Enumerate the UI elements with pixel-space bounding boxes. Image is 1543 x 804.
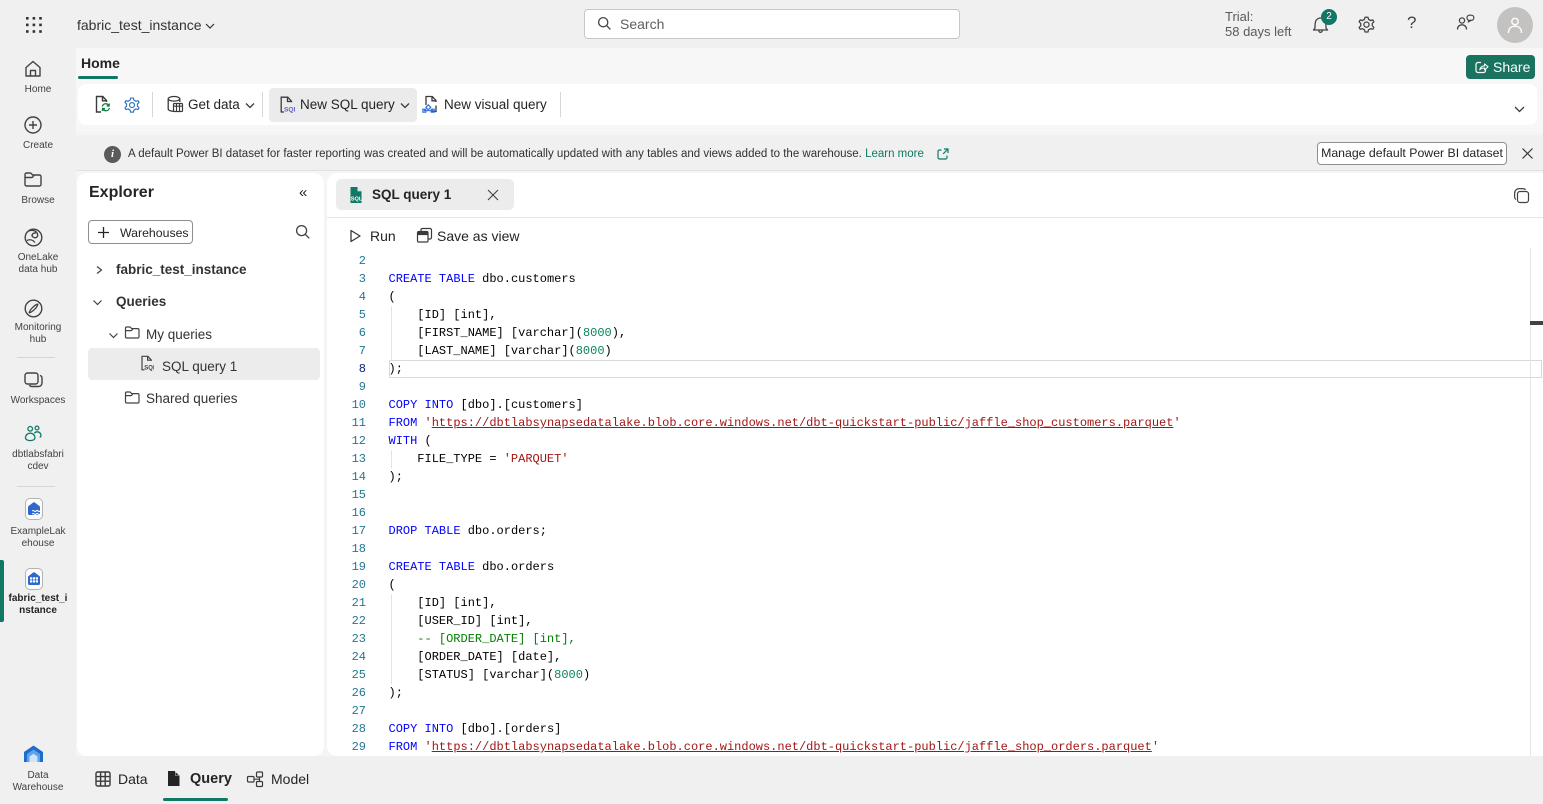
svg-text:SQL: SQL bbox=[144, 365, 154, 371]
svg-text:SQL: SQL bbox=[284, 107, 295, 114]
svg-text:SQL: SQL bbox=[351, 197, 363, 203]
